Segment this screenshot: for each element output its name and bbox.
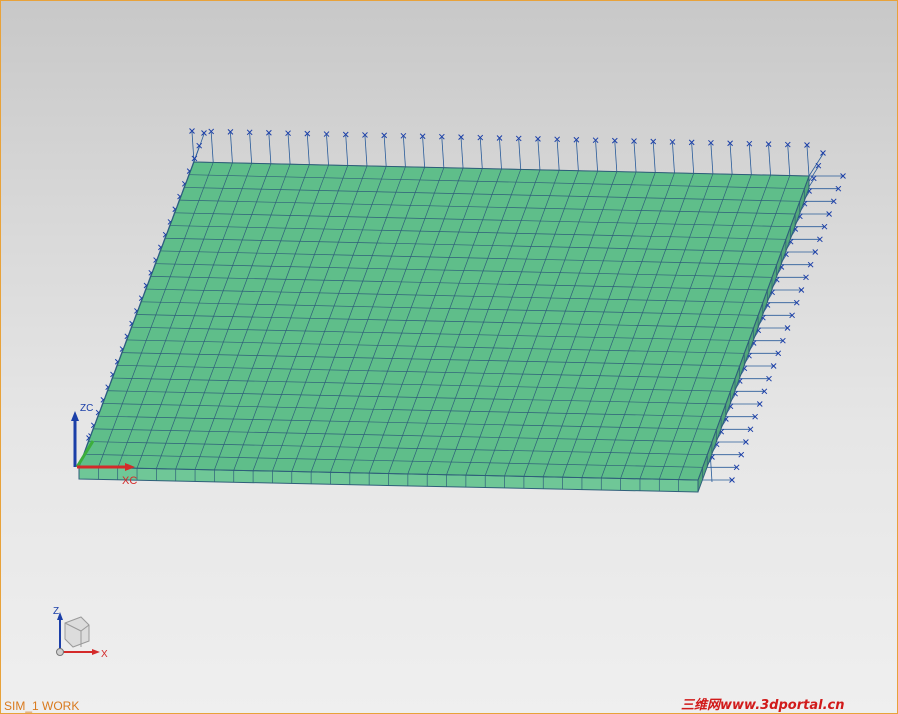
constraint-stem: [364, 135, 368, 166]
constraint-stem: [403, 136, 406, 167]
zc-arrow-icon: [71, 411, 79, 421]
constraint-marker-icon: [815, 162, 822, 169]
constraint-marker-icon: [820, 150, 826, 156]
triad-cube-icon: [64, 616, 90, 648]
constraint-stem: [614, 141, 618, 172]
view-triad[interactable]: Z X: [53, 606, 108, 660]
simulation-status-label: SIM_1 WORK: [4, 699, 80, 713]
meshed-plate[interactable]: [78, 161, 810, 493]
triad-x-label: X: [101, 649, 108, 660]
constraint-stem: [537, 139, 541, 170]
constraint-stem: [441, 137, 445, 168]
constraint-stem: [249, 133, 253, 164]
constraint-stem: [518, 139, 522, 170]
constraint-stem: [768, 145, 771, 176]
constraint-stem: [287, 134, 291, 165]
constraint-stem: [575, 140, 579, 171]
constraint-stem: [672, 142, 675, 173]
constraint-stem: [806, 145, 810, 177]
constraint-stem: [479, 138, 483, 169]
constraint-stem: [230, 132, 233, 163]
model-scene[interactable]: XC ZC Z X: [1, 1, 897, 713]
constraint-stem: [748, 144, 752, 175]
constraint-stem: [595, 141, 598, 172]
constraint-stem: [633, 142, 637, 173]
constraint-stem: [210, 132, 214, 163]
constraint-stem: [691, 143, 695, 174]
triad-origin-icon: [56, 648, 64, 656]
constraint-stem: [306, 134, 310, 165]
graphics-viewport[interactable]: XC ZC Z X SIM_1 WORK 三维网www.3dportal.cn: [0, 0, 898, 714]
constraint-stem: [729, 144, 733, 175]
triad-z-label: Z: [53, 606, 59, 617]
watermark: 三维网www.3dportal.cn: [681, 698, 845, 713]
constraint-stem: [422, 137, 426, 168]
zc-label: ZC: [80, 403, 93, 414]
constraint-stem: [710, 143, 714, 174]
constraint-stem: [499, 138, 502, 170]
constraint-stem: [460, 138, 464, 169]
constraint-marker-icon: [810, 175, 817, 182]
constraint-stem: [652, 142, 656, 173]
constraint-stem: [345, 135, 349, 166]
constraint-stem: [787, 145, 791, 176]
constraint-stem: [268, 133, 272, 164]
constraint-stem: [808, 153, 824, 177]
xc-label: XC: [122, 475, 137, 487]
constraint-stem: [326, 135, 329, 166]
constraint-stem: [556, 140, 560, 171]
constraint-stem: [383, 136, 387, 167]
